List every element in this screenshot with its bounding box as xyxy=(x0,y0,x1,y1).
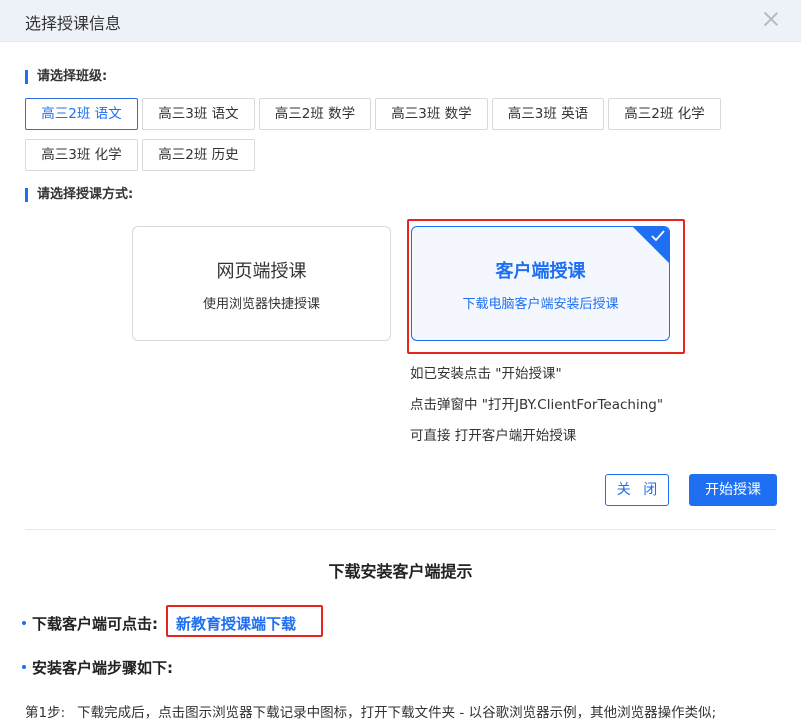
class-option-gao3-3-chinese[interactable]: 高三3班 语文 xyxy=(142,98,255,130)
bullet-dot-icon xyxy=(22,620,26,625)
step-1-label: 第1步: xyxy=(25,705,66,721)
bullet-dot-icon xyxy=(22,664,26,669)
client-download-link[interactable]: 新教育授课端下载 xyxy=(176,613,296,634)
hint-line-2: 点击弹窗中 "打开JBY.ClientForTeaching" xyxy=(410,397,664,413)
checkmark-icon xyxy=(651,230,665,242)
class-option-gao3-2-history[interactable]: 高三2班 历史 xyxy=(142,139,255,171)
install-heading: 安装客户端步骤如下: xyxy=(32,659,173,677)
client-card-title: 客户端授课 xyxy=(495,261,586,282)
web-card-subtitle: 使用浏览器快捷授课 xyxy=(202,297,320,312)
class-option-gao3-3-math[interactable]: 高三3班 数学 xyxy=(375,98,488,130)
step-1-line: 第1步: 下载完成后，点击图示浏览器下载记录中图标，打开下载文件夹 - 以谷歌浏览… xyxy=(25,701,716,721)
download-prefix: 下载客户端可点击: xyxy=(32,615,158,633)
hint-line-3: 可直接 打开客户端开始授课 xyxy=(410,428,577,444)
close-icon[interactable] xyxy=(762,10,780,28)
client-teaching-card[interactable]: 客户端授课 下载电脑客户端安装后授课 xyxy=(411,226,670,341)
dialog-header: 选择授课信息 xyxy=(0,0,801,42)
download-tip-title: 下载安装客户端提示 xyxy=(328,562,473,581)
close-button[interactable]: 关 闭 xyxy=(605,474,669,506)
install-heading-line: 安装客户端步骤如下: xyxy=(22,657,173,678)
client-card-subtitle: 下载电脑客户端安装后授课 xyxy=(462,297,619,312)
start-teaching-button[interactable]: 开始授课 xyxy=(689,474,777,506)
web-teaching-card[interactable]: 网页端授课 使用浏览器快捷授课 xyxy=(132,226,391,341)
hint-line-1: 如已安装点击 "开始授课" xyxy=(410,366,562,382)
class-option-gao3-3-english[interactable]: 高三3班 英语 xyxy=(492,98,604,130)
divider xyxy=(25,529,776,530)
download-line: 下载客户端可点击: xyxy=(22,613,158,634)
step-1-text: 下载完成后，点击图示浏览器下载记录中图标，打开下载文件夹 - 以谷歌浏览器示例，… xyxy=(77,705,717,721)
class-option-gao3-3-chemistry[interactable]: 高三3班 化学 xyxy=(25,139,138,171)
class-section-label: 请选择班级: xyxy=(25,70,107,84)
class-option-gao3-2-chinese[interactable]: 高三2班 语文 xyxy=(25,98,138,130)
class-option-gao3-2-math[interactable]: 高三2班 数学 xyxy=(259,98,371,130)
class-option-gao3-2-chemistry[interactable]: 高三2班 化学 xyxy=(608,98,721,130)
dialog-title: 选择授课信息 xyxy=(25,14,122,33)
web-card-title: 网页端授课 xyxy=(216,261,307,282)
mode-section-label: 请选择授课方式: xyxy=(25,188,133,202)
